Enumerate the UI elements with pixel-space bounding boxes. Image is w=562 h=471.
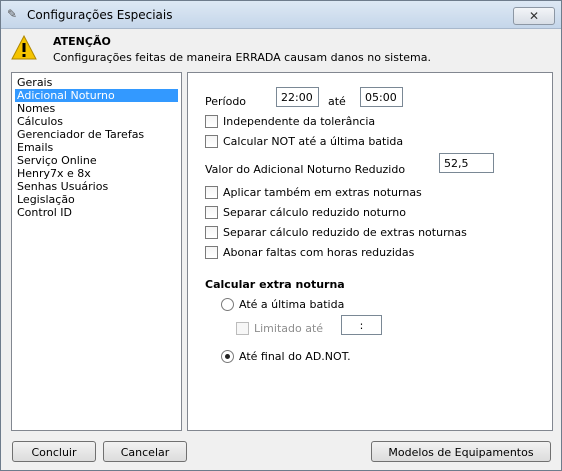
aplicar-extras-label: Aplicar também em extras noturnas bbox=[223, 186, 422, 199]
list-item-henry[interactable]: Henry7x e 8x bbox=[15, 167, 178, 180]
independente-tolerancia-checkbox[interactable] bbox=[205, 115, 218, 128]
limitado-label: Limitado até bbox=[254, 322, 324, 335]
list-item-gerenciador-tarefas[interactable]: Gerenciador de Tarefas bbox=[15, 128, 178, 141]
list-item-legislacao[interactable]: Legislação bbox=[15, 193, 178, 206]
warning-message: Configurações feitas de maneira ERRADA c… bbox=[53, 51, 431, 64]
list-item-gerais[interactable]: Gerais bbox=[15, 76, 178, 89]
list-item-control-id[interactable]: Control ID bbox=[15, 206, 178, 219]
abonar-faltas-label: Abonar faltas com horas reduzidas bbox=[223, 246, 415, 259]
list-item-nomes[interactable]: Nomes bbox=[15, 102, 178, 115]
list-item-calculos[interactable]: Cálculos bbox=[15, 115, 178, 128]
list-item-adicional-noturno[interactable]: Adicional Noturno bbox=[15, 89, 178, 102]
separar-extras-label: Separar cálculo reduzido de extras notur… bbox=[223, 226, 467, 239]
periodo-label: Período bbox=[205, 95, 247, 108]
window-title: Configurações Especiais bbox=[27, 8, 173, 22]
limitado-checkbox[interactable] bbox=[236, 322, 249, 335]
periodo-end-input[interactable]: 05:00 bbox=[360, 87, 403, 107]
radio-final-adnot-label: Até final do AD.NOT. bbox=[239, 350, 351, 363]
list-item-emails[interactable]: Emails bbox=[15, 141, 178, 154]
tools-icon: ✎ bbox=[7, 7, 18, 21]
aplicar-extras-checkbox[interactable] bbox=[205, 186, 218, 199]
calcular-not-checkbox[interactable] bbox=[205, 135, 218, 148]
radio-selected-dot bbox=[225, 354, 230, 359]
limitado-time-input[interactable]: : bbox=[341, 315, 382, 335]
list-item-servico-online[interactable]: Serviço Online bbox=[15, 154, 178, 167]
valor-input[interactable]: 52,5 bbox=[439, 153, 494, 173]
separar-extras-checkbox[interactable] bbox=[205, 226, 218, 239]
title-bar: ✎ Configurações Especiais ✕ bbox=[1, 1, 561, 29]
radio-ultima-batida-label: Até a última batida bbox=[239, 298, 345, 311]
settings-panel: Período 22:00 até 05:00 Independente da … bbox=[187, 72, 553, 431]
modelos-equipamentos-button[interactable]: Modelos de Equipamentos bbox=[371, 441, 551, 462]
category-list[interactable]: Gerais Adicional Noturno Nomes Cálculos … bbox=[11, 72, 182, 431]
close-button[interactable]: ✕ bbox=[513, 7, 555, 25]
periodo-start-input[interactable]: 22:00 bbox=[276, 87, 319, 107]
independente-tolerancia-label: Independente da tolerância bbox=[223, 115, 376, 128]
radio-final-adnot[interactable] bbox=[221, 350, 234, 363]
cancelar-button[interactable]: Cancelar bbox=[103, 441, 187, 462]
warning-title: ATENÇÃO bbox=[53, 35, 111, 48]
ate-label: até bbox=[328, 95, 346, 108]
separar-reduzido-checkbox[interactable] bbox=[205, 206, 218, 219]
abonar-faltas-checkbox[interactable] bbox=[205, 246, 218, 259]
list-item-senhas-usuarios[interactable]: Senhas Usuários bbox=[15, 180, 178, 193]
radio-ultima-batida[interactable] bbox=[221, 298, 234, 311]
separar-reduzido-label: Separar cálculo reduzido noturno bbox=[223, 206, 406, 219]
settings-window: ✎ Configurações Especiais ✕ ATENÇÃO Conf… bbox=[0, 0, 562, 471]
warning-icon bbox=[11, 35, 37, 60]
calc-extra-heading: Calcular extra noturna bbox=[205, 278, 345, 291]
calcular-not-label: Calcular NOT até a última batida bbox=[223, 135, 404, 148]
valor-label: Valor do Adicional Noturno Reduzido bbox=[205, 163, 406, 176]
concluir-button[interactable]: Concluir bbox=[12, 441, 96, 462]
